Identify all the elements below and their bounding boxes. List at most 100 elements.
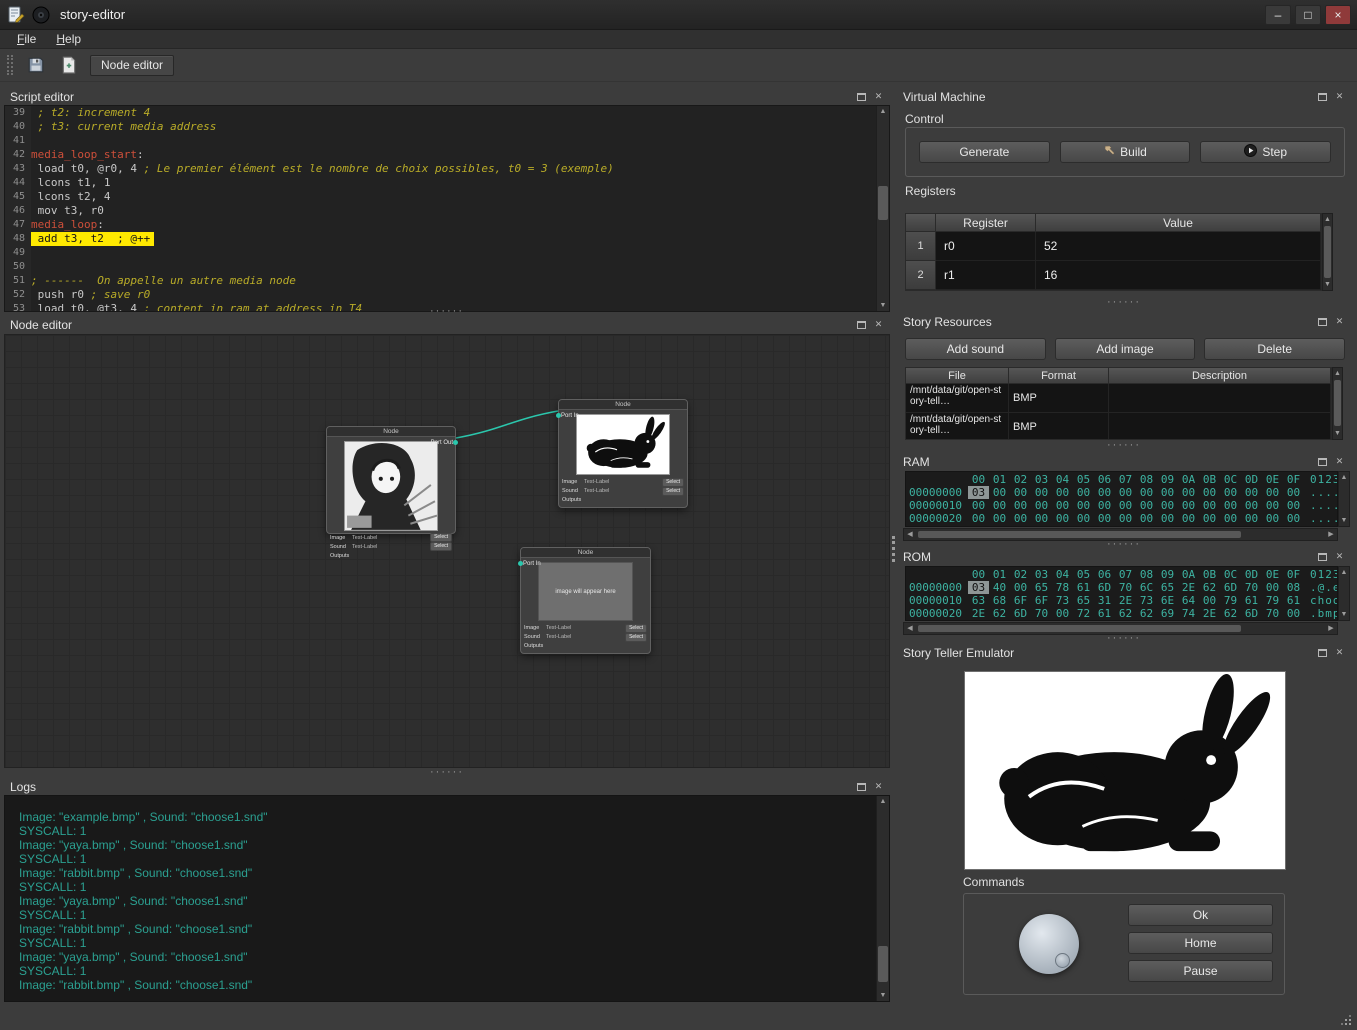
close-icon[interactable]: ✕ xyxy=(1333,647,1346,659)
undock-icon[interactable] xyxy=(1316,316,1329,328)
hex-byte[interactable]: 40 xyxy=(989,581,1010,594)
hex-byte[interactable]: 73 xyxy=(1052,594,1073,607)
hex-byte[interactable]: 00 xyxy=(1199,594,1220,607)
hex-byte[interactable]: 00 xyxy=(1073,499,1094,512)
home-button[interactable]: Home xyxy=(1128,932,1273,954)
hex-byte[interactable]: 70 xyxy=(1262,607,1283,620)
undock-icon[interactable] xyxy=(855,781,868,793)
hex-byte[interactable]: 00 xyxy=(1157,486,1178,499)
hex-byte[interactable]: 08 xyxy=(1283,581,1304,594)
hex-byte[interactable]: 00 xyxy=(1199,486,1220,499)
hex-byte[interactable]: 00 xyxy=(1178,512,1199,525)
add-sound-button[interactable]: Add sound xyxy=(905,338,1046,360)
hex-byte[interactable]: 00 xyxy=(1241,486,1262,499)
scroll-up-arrow[interactable]: ▲ xyxy=(1333,368,1342,379)
node-editor-toolbar-button[interactable]: Node editor xyxy=(90,55,174,76)
scroll-down-arrow[interactable]: ▼ xyxy=(1323,279,1332,290)
splitter-handle[interactable]: ······ xyxy=(897,541,1351,549)
node-select-button[interactable]: Select xyxy=(662,478,684,487)
hex-byte[interactable]: 2E xyxy=(968,607,989,620)
scroll-up-arrow[interactable]: ▲ xyxy=(1339,472,1349,483)
command-knob[interactable] xyxy=(1019,914,1079,974)
scroll-up-arrow[interactable]: ▲ xyxy=(877,796,889,807)
scroll-up-arrow[interactable]: ▲ xyxy=(1339,567,1349,578)
splitter-handle[interactable]: ······ xyxy=(897,635,1351,643)
port-out-dot[interactable] xyxy=(453,440,458,445)
close-icon[interactable]: ✕ xyxy=(1333,316,1346,328)
hex-byte[interactable]: 2E xyxy=(1199,607,1220,620)
splitter-handle[interactable]: ······ xyxy=(4,769,890,777)
hex-byte[interactable]: 00 xyxy=(1115,499,1136,512)
close-icon[interactable]: ✕ xyxy=(1333,551,1346,563)
hex-byte[interactable]: 00 xyxy=(1010,581,1031,594)
node-select-button[interactable]: Select xyxy=(662,487,684,496)
scroll-left-arrow[interactable]: ◀ xyxy=(904,529,916,540)
scroll-right-arrow[interactable]: ▶ xyxy=(1325,529,1337,540)
undock-icon[interactable] xyxy=(1316,551,1329,563)
hex-byte[interactable]: 00 xyxy=(1262,499,1283,512)
hex-byte[interactable]: 00 xyxy=(1010,486,1031,499)
hex-byte[interactable]: 62 xyxy=(1136,607,1157,620)
menu-item-help[interactable]: Help xyxy=(47,31,90,47)
resource-row[interactable]: /mnt/data/git/open-story-tell…BMP xyxy=(906,384,1331,413)
hex-byte[interactable]: 63 xyxy=(968,594,989,607)
hex-byte[interactable]: 00 xyxy=(1220,486,1241,499)
close-icon[interactable]: ✕ xyxy=(872,781,885,793)
hex-byte[interactable]: 78 xyxy=(1052,581,1073,594)
scroll-thumb[interactable] xyxy=(1334,380,1341,426)
hex-byte[interactable]: 72 xyxy=(1073,607,1094,620)
code-area[interactable]: 39 ; t2: increment 440 ; t3: current med… xyxy=(5,106,889,312)
hex-byte[interactable]: 6D xyxy=(1220,581,1241,594)
hex-byte[interactable]: 00 xyxy=(1094,486,1115,499)
hex-byte[interactable]: 62 xyxy=(1199,581,1220,594)
hex-byte[interactable]: 62 xyxy=(1115,607,1136,620)
hex-byte[interactable]: 00 xyxy=(1094,512,1115,525)
hex-byte[interactable]: 2E xyxy=(1115,594,1136,607)
close-button[interactable]: × xyxy=(1325,5,1351,25)
hex-byte[interactable]: 68 xyxy=(989,594,1010,607)
ok-button[interactable]: Ok xyxy=(1128,904,1273,926)
scroll-thumb[interactable] xyxy=(1324,226,1331,278)
node-editor-canvas[interactable]: NodePort OutImageTest-LabelSelectSoundTe… xyxy=(4,334,890,768)
hex-byte[interactable]: 03 xyxy=(968,581,989,594)
hex-byte[interactable]: 00 xyxy=(1094,499,1115,512)
undock-icon[interactable] xyxy=(1316,647,1329,659)
resources-scrollbar[interactable]: ▲ ▼ xyxy=(1332,367,1343,440)
rom-hex-view[interactable]: 000102030405060708090A0B0C0D0E0F01234567… xyxy=(905,566,1338,621)
hex-byte[interactable]: 00 xyxy=(1283,486,1304,499)
hex-byte[interactable]: 6D xyxy=(1010,607,1031,620)
hex-byte[interactable]: 69 xyxy=(1157,607,1178,620)
hex-byte[interactable]: 00 xyxy=(1220,512,1241,525)
hex-byte[interactable]: 00 xyxy=(989,512,1010,525)
port-in-dot[interactable] xyxy=(518,561,523,566)
hex-byte[interactable]: 00 xyxy=(1031,512,1052,525)
step-button[interactable]: Step xyxy=(1200,141,1331,163)
hex-byte[interactable]: 03 xyxy=(968,486,989,499)
hex-byte[interactable]: 65 xyxy=(1031,581,1052,594)
hex-byte[interactable]: 61 xyxy=(1283,594,1304,607)
hex-byte[interactable]: 62 xyxy=(1220,607,1241,620)
scroll-thumb[interactable] xyxy=(878,946,888,982)
scroll-up-arrow[interactable]: ▲ xyxy=(877,106,889,117)
scroll-thumb[interactable] xyxy=(918,531,1241,538)
scroll-thumb[interactable] xyxy=(878,186,888,220)
hex-byte[interactable]: 00 xyxy=(1199,499,1220,512)
media-node-3[interactable]: Nodeimage will appear herePort InImageTe… xyxy=(520,547,651,654)
hex-byte[interactable]: 64 xyxy=(1178,594,1199,607)
hex-byte[interactable]: 00 xyxy=(989,499,1010,512)
hex-byte[interactable]: 00 xyxy=(1010,499,1031,512)
rom-vertical-scrollbar[interactable]: ▲ ▼ xyxy=(1338,566,1350,621)
hex-byte[interactable]: 00 xyxy=(989,486,1010,499)
ram-hex-view[interactable]: 000102030405060708090A0B0C0D0E0F01234567… xyxy=(905,471,1338,527)
hex-byte[interactable]: 62 xyxy=(989,607,1010,620)
scroll-down-arrow[interactable]: ▼ xyxy=(1339,609,1349,620)
maximize-button[interactable]: □ xyxy=(1295,5,1321,25)
hex-byte[interactable]: 00 xyxy=(1241,499,1262,512)
hex-byte[interactable]: 61 xyxy=(1241,594,1262,607)
script-scrollbar[interactable]: ▲ ▼ xyxy=(876,106,889,311)
resource-row[interactable]: /mnt/data/git/open-story-tell…BMP xyxy=(906,413,1331,440)
hex-byte[interactable]: 00 xyxy=(1073,486,1094,499)
hex-byte[interactable]: 00 xyxy=(968,512,989,525)
hex-byte[interactable]: 00 xyxy=(1262,512,1283,525)
logs-scrollbar[interactable]: ▲ ▼ xyxy=(876,796,889,1001)
